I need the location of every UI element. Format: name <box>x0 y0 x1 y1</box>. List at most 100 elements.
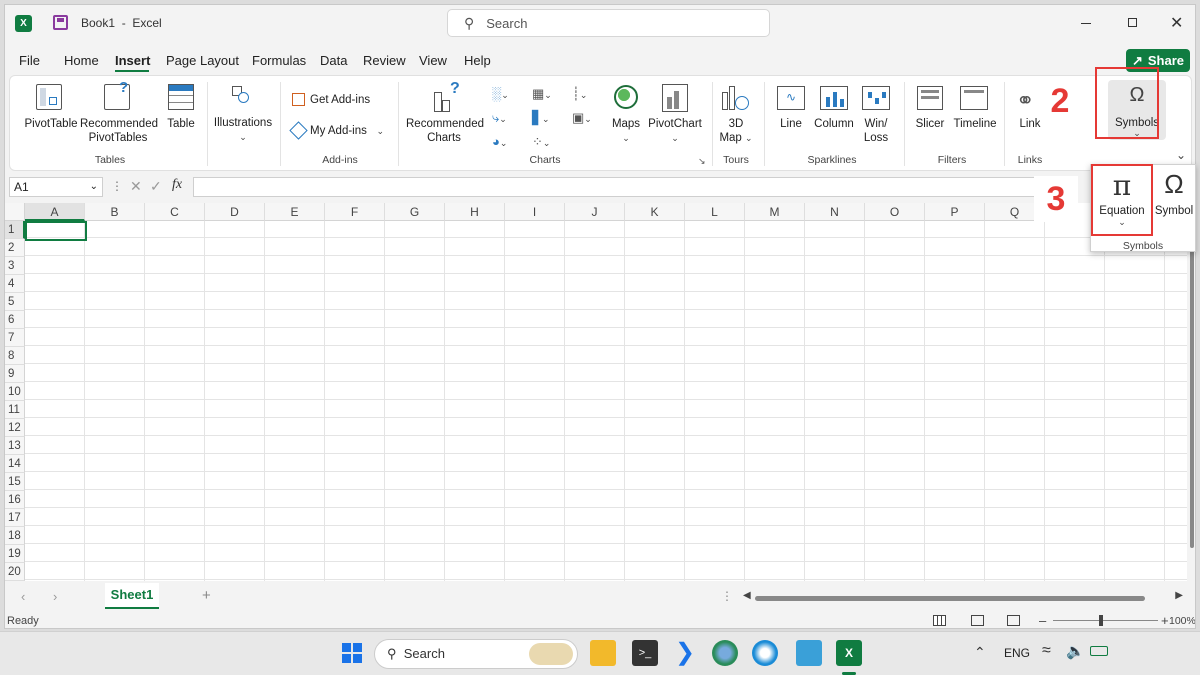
name-box[interactable]: A1 ⌄ <box>9 177 103 197</box>
column-header-n[interactable]: N <box>805 203 865 221</box>
row-header-16[interactable]: 16 <box>5 491 25 509</box>
ribbon-collapse-icon[interactable]: ⌄ <box>1176 148 1186 162</box>
tab-page-layout[interactable]: Page Layout <box>166 53 239 68</box>
row-header-7[interactable]: 7 <box>5 329 25 347</box>
pivotchart-button[interactable]: PivotChart ⌄ <box>646 117 704 145</box>
statistic-chart-icon[interactable]: ▋⌄ <box>532 110 550 126</box>
row-header-13[interactable]: 13 <box>5 437 25 455</box>
tab-insert[interactable]: Insert <box>115 53 150 68</box>
horizontal-scrollbar[interactable]: ◀ ▶ <box>743 590 1183 603</box>
insert-function-button[interactable]: fx <box>172 177 182 193</box>
row-header-14[interactable]: 14 <box>5 455 25 473</box>
add-sheet-icon[interactable]: + <box>202 587 211 604</box>
tab-file[interactable]: File <box>19 53 40 68</box>
row-header-19[interactable]: 19 <box>5 545 25 563</box>
edge-icon[interactable] <box>752 640 778 666</box>
battery-icon[interactable] <box>1090 646 1108 656</box>
normal-view-icon[interactable] <box>933 615 946 626</box>
enter-icon[interactable]: ✓ <box>150 178 162 195</box>
waterfall-chart-icon[interactable]: ┊⌄ <box>572 86 587 102</box>
row-header-9[interactable]: 9 <box>5 365 25 383</box>
get-addins-button[interactable]: Get Add-ins <box>310 93 370 107</box>
row-header-3[interactable]: 3 <box>5 257 25 275</box>
edge-dev-icon[interactable] <box>712 640 738 666</box>
next-sheet-icon[interactable]: › <box>53 589 57 604</box>
row-header-15[interactable]: 15 <box>5 473 25 491</box>
zoom-out-icon[interactable]: – <box>1039 613 1046 628</box>
zoom-level[interactable]: 100% <box>1169 615 1195 627</box>
recommended-pivottables-button[interactable]: Recommended PivotTables <box>80 117 158 145</box>
row-header-8[interactable]: 8 <box>5 347 25 365</box>
search-box[interactable]: ⚲ Search <box>447 9 770 37</box>
row-header-17[interactable]: 17 <box>5 509 25 527</box>
column-header-h[interactable]: H <box>445 203 505 221</box>
recommended-charts-button[interactable]: Recommended Charts <box>406 117 484 145</box>
timeline-button[interactable]: Timeline <box>950 117 1000 131</box>
row-header-1[interactable]: 1 <box>5 221 25 239</box>
row-header-20[interactable]: 20 <box>5 563 25 581</box>
slicer-button[interactable]: Slicer <box>912 117 948 131</box>
row-header-4[interactable]: 4 <box>5 275 25 293</box>
column-header-l[interactable]: L <box>685 203 745 221</box>
column-header-c[interactable]: C <box>145 203 205 221</box>
column-header-m[interactable]: M <box>745 203 805 221</box>
line-chart-icon[interactable]: ⤷⌄ <box>492 110 507 126</box>
row-header-5[interactable]: 5 <box>5 293 25 311</box>
row-header-2[interactable]: 2 <box>5 239 25 257</box>
my-addins-button[interactable]: My Add-ins ⌄ <box>310 124 384 138</box>
tab-review[interactable]: Review <box>363 53 406 68</box>
row-header-11[interactable]: 11 <box>5 401 25 419</box>
3d-map-button[interactable]: 3D Map ⌄ <box>714 117 758 145</box>
tab-help[interactable]: Help <box>464 53 491 68</box>
maps-button[interactable]: Maps ⌄ <box>608 117 644 145</box>
windows-start-icon[interactable] <box>339 640 365 666</box>
close-button[interactable]: ✕ <box>1170 13 1183 33</box>
column-chart-icon[interactable]: ░⌄ <box>492 86 509 101</box>
column-header-f[interactable]: F <box>325 203 385 221</box>
cancel-icon[interactable]: ✕ <box>130 178 142 195</box>
combo-chart-icon[interactable]: ▣⌄ <box>572 110 592 126</box>
table-button[interactable]: Table <box>160 117 202 131</box>
column-header-a[interactable]: A <box>25 203 85 221</box>
column-header-j[interactable]: J <box>565 203 625 221</box>
minimize-button[interactable] <box>1081 23 1091 24</box>
sparkline-line-button[interactable]: Line <box>772 117 810 131</box>
taskbar-search[interactable]: ⚲ Search <box>374 639 578 669</box>
column-header-i[interactable]: I <box>505 203 565 221</box>
excel-taskbar-icon[interactable]: X <box>836 640 862 666</box>
prev-sheet-icon[interactable]: ‹ <box>21 589 25 604</box>
sheet-tab-sheet1[interactable]: Sheet1 <box>105 583 159 609</box>
column-header-d[interactable]: D <box>205 203 265 221</box>
sparkline-column-button[interactable]: Column <box>812 117 856 131</box>
row-header-18[interactable]: 18 <box>5 527 25 545</box>
restore-button[interactable] <box>1128 18 1137 27</box>
vscode-icon[interactable]: ❯ <box>672 640 698 666</box>
scatter-chart-icon[interactable]: ⁘⌄ <box>532 134 550 150</box>
zoom-in-icon[interactable]: + <box>1161 613 1169 628</box>
vertical-scrollbar[interactable] <box>1187 203 1195 581</box>
remote-desktop-icon[interactable] <box>796 640 822 666</box>
tab-formulas[interactable]: Formulas <box>252 53 306 68</box>
select-all-corner[interactable] <box>5 203 25 221</box>
volume-icon[interactable]: 🔈 <box>1066 642 1085 660</box>
row-header-12[interactable]: 12 <box>5 419 25 437</box>
cell-area[interactable] <box>25 221 1187 581</box>
row-header-10[interactable]: 10 <box>5 383 25 401</box>
zoom-slider[interactable] <box>1053 615 1158 626</box>
pie-chart-icon[interactable]: ◕⌄ <box>492 134 507 149</box>
pivottable-button[interactable]: PivotTable <box>22 117 80 131</box>
sparkline-winloss-button[interactable]: Win/Loss <box>856 117 896 145</box>
terminal-icon[interactable]: >_ <box>632 640 658 666</box>
active-cell-a1[interactable] <box>25 221 87 241</box>
column-header-b[interactable]: B <box>85 203 145 221</box>
tab-view[interactable]: View <box>419 53 447 68</box>
row-header-6[interactable]: 6 <box>5 311 25 329</box>
formula-input[interactable] <box>193 177 1053 197</box>
dialog-launcher-icon[interactable]: ↘ <box>698 156 706 167</box>
show-hidden-icons[interactable]: ⌃ <box>974 644 986 661</box>
page-layout-view-icon[interactable] <box>971 615 984 626</box>
save-icon[interactable] <box>53 15 68 30</box>
worksheet-grid[interactable]: ABCDEFGHIJKLMNOPQ 1 2 3 4 5 6 7 8 9 10 11 12 13 14 15 1… <box>5 203 1187 581</box>
symbol-button[interactable]: Ω Symbol <box>1151 167 1197 235</box>
column-header-g[interactable]: G <box>385 203 445 221</box>
